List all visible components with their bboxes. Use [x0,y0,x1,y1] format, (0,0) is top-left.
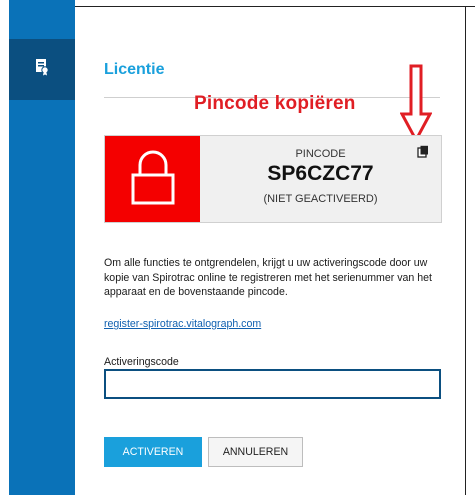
activation-code-input[interactable] [104,369,441,399]
window-top-border [75,6,475,7]
pincode-card: PINCODE SP6CZC77 (NIET GEACTIVEERD) [104,135,442,223]
window-right-border [465,6,466,495]
dialog-title: Licentie [104,61,165,78]
pincode-status: (NIET GEACTIVEERD) [263,193,378,205]
activation-code-label: Activeringscode [104,356,179,368]
left-margin [0,0,9,495]
pincode-value: SP6CZC77 [267,162,374,185]
cancel-button[interactable]: ANNULEREN [208,437,303,467]
registration-link[interactable]: register-spirotrac.vitalograph.com [104,318,261,330]
activation-description: Om alle functies te ontgrendelen, krijgt… [104,257,432,298]
annotation-label: Pincode kopiëren [194,93,356,114]
padlock-icon [130,149,176,210]
license-certificate-icon [34,58,50,81]
lock-tile [105,136,200,222]
copy-icon[interactable] [417,145,429,163]
activate-button[interactable]: ACTIVEREN [104,437,202,467]
pincode-label: PINCODE [295,148,346,160]
sidebar-item-license[interactable] [9,39,75,100]
